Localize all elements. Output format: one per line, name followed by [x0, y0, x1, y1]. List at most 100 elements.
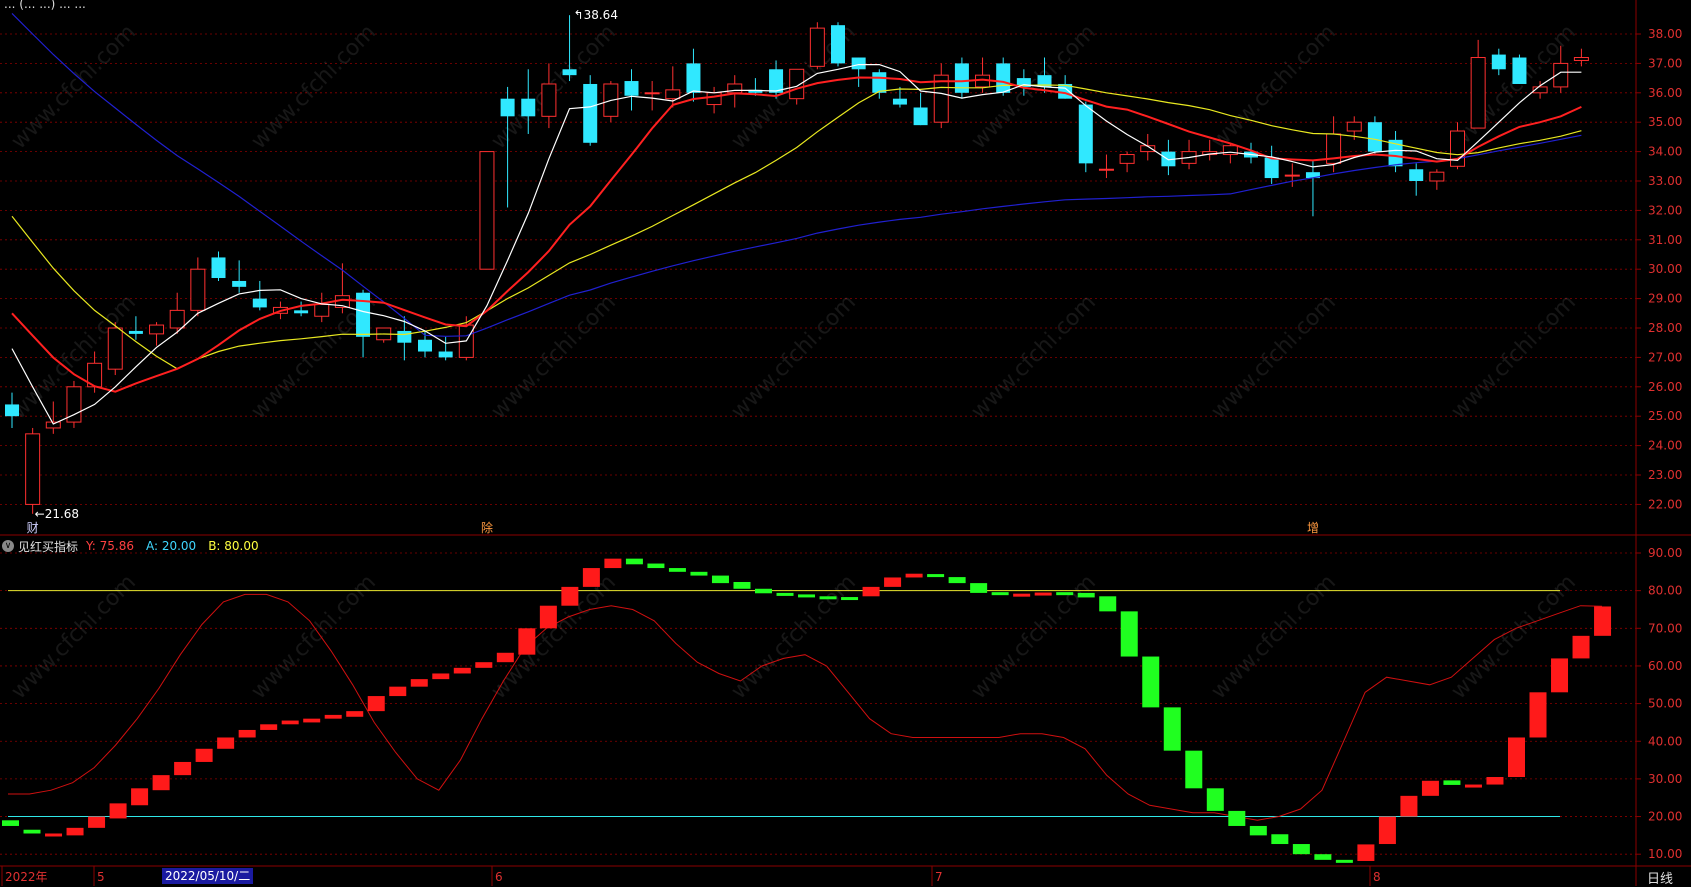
indicator-bar-up [324, 714, 342, 719]
candle-body [5, 404, 19, 417]
high-marker: ↰38.64 [574, 8, 618, 22]
indicator-y-value: Y: 75.86 [86, 539, 134, 553]
candle-body [583, 83, 598, 143]
candle-up [1326, 116, 1342, 173]
indicator-bar-up [174, 761, 192, 776]
time-axis-label: 2022年 [5, 870, 48, 884]
candle-body [1264, 157, 1279, 179]
indicator-tick-label: 90.00 [1648, 546, 1682, 560]
candle-up [809, 22, 825, 70]
candle-body [872, 72, 887, 93]
candle-body [913, 107, 928, 126]
candle-body [1450, 130, 1465, 167]
indicator-tick-label: 40.00 [1648, 734, 1682, 748]
candle-body [1346, 121, 1362, 132]
candle-down [831, 22, 845, 67]
indicator-bar-down [927, 574, 945, 578]
candle-body [211, 257, 226, 279]
candle-body [1470, 57, 1486, 129]
indicator-bar-down [1099, 596, 1117, 612]
candle-down [211, 251, 226, 281]
price-tick-label: 31.00 [1648, 233, 1682, 247]
indicator-bar-down [1206, 788, 1224, 811]
indicator-bar-up [1034, 592, 1052, 596]
indicator-toggle-icon[interactable]: ∨ [2, 540, 14, 552]
candle-up [45, 401, 61, 434]
price-tick-label: 32.00 [1648, 203, 1682, 217]
candle-up [66, 380, 82, 428]
candle-up [314, 292, 330, 323]
indicator-bar-up [905, 573, 923, 578]
candle-body [706, 92, 722, 106]
price-tick-label: 37.00 [1648, 56, 1682, 70]
price-tick-label: 24.00 [1648, 439, 1682, 453]
indicator-bar-down [754, 588, 772, 594]
candle-body [1367, 122, 1382, 152]
candle-down [1409, 163, 1424, 196]
indicator-bar-up [432, 673, 450, 680]
price-tick-label: 34.00 [1648, 145, 1682, 159]
candle-up [1098, 154, 1114, 179]
indicator-tick-label: 60.00 [1648, 659, 1682, 673]
indicator-bar-up [1464, 784, 1482, 788]
indicator-bar-up [604, 558, 622, 569]
price-tick-label: 33.00 [1648, 174, 1682, 188]
indicator-a-value: A: 20.00 [145, 539, 197, 553]
candle-down [954, 57, 969, 99]
candle-body [1429, 171, 1445, 182]
indicator-bar-up [1572, 635, 1590, 659]
indicator-tick-label: 80.00 [1648, 584, 1682, 598]
candle-down [1491, 48, 1506, 76]
candle-down [232, 260, 247, 293]
candle-down [1512, 54, 1527, 84]
candle-body [644, 92, 660, 95]
candle-body [665, 89, 681, 100]
candle-body [232, 280, 247, 287]
indicator-bar-down [2, 820, 19, 826]
indicator-bar-down [776, 592, 794, 596]
event-tag: 除 [481, 520, 493, 535]
indicator-bar-up [582, 568, 600, 587]
indicator-bar-up [152, 775, 170, 791]
indicator-bar-up [66, 827, 84, 836]
price-tick-label: 23.00 [1648, 468, 1682, 482]
indicator-bar-up [518, 628, 536, 655]
indicator-bar-up [539, 605, 557, 629]
watermark-text: www.cfchi.com [7, 20, 141, 154]
indicator-bar-up [862, 586, 880, 597]
price-tick-label: 27.00 [1648, 350, 1682, 364]
event-tag: 财 [27, 521, 39, 535]
candle-body [562, 69, 577, 76]
watermark-text: www.cfchi.com [247, 20, 381, 154]
candle-body [128, 330, 143, 334]
candle-body [996, 63, 1011, 93]
candle-up [190, 257, 206, 317]
indicator-bar-up [346, 711, 364, 717]
period-button[interactable]: 日线 [1647, 868, 1673, 887]
indicator-bar-down [991, 592, 1009, 596]
indicator-bar-up [496, 652, 514, 663]
candle-body [809, 27, 825, 67]
watermark-text: www.cfchi.com [1207, 570, 1341, 704]
candle-body [541, 83, 557, 117]
watermark-text: www.cfchi.com [727, 570, 861, 704]
low-marker: ←21.68 [35, 507, 79, 521]
indicator-bar-up [1421, 780, 1439, 796]
candle-body [1284, 174, 1300, 177]
candle-body [294, 310, 309, 314]
indicator-bar-up [1594, 606, 1612, 636]
indicator-bar-down [1443, 780, 1461, 785]
candle-body [1409, 169, 1424, 181]
candle-body [107, 327, 123, 370]
indicator-bar-up [453, 667, 471, 674]
candle-body [190, 268, 206, 311]
indicator-bar-up [884, 577, 902, 587]
indicator-bar-down [1314, 854, 1332, 860]
time-axis-label: 7 [935, 870, 943, 884]
candle-down [913, 92, 928, 126]
candle-up [1470, 39, 1486, 129]
indicator-bar-up [410, 679, 428, 687]
indicator-name[interactable]: 见红买指标 [18, 538, 78, 555]
candle-up [149, 322, 165, 346]
candle-body [789, 68, 805, 100]
